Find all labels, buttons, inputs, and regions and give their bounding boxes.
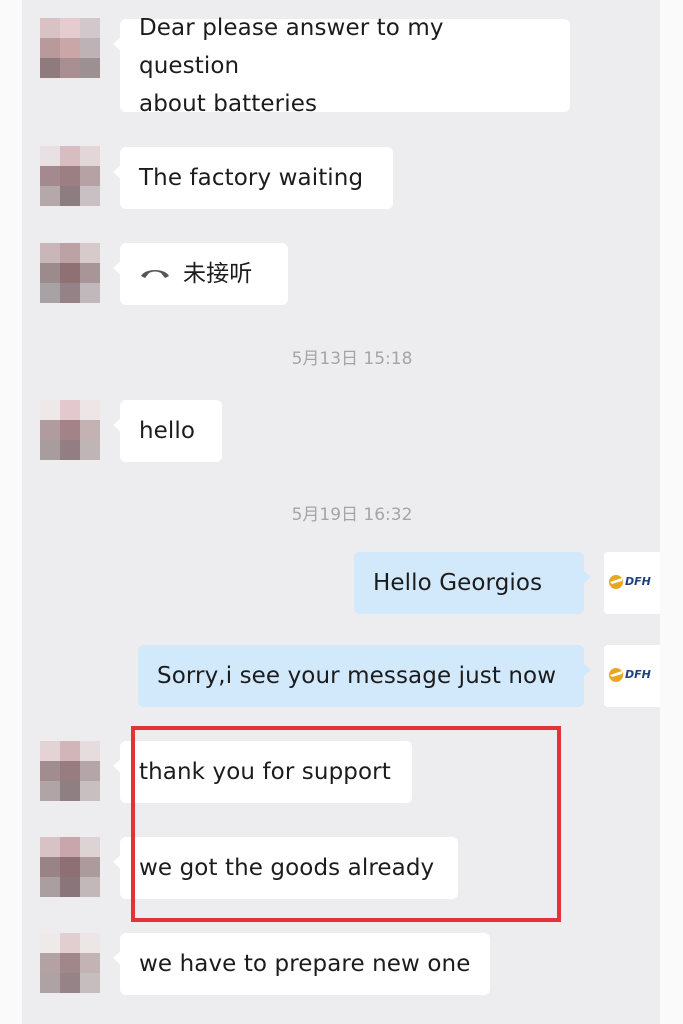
- message-bubble[interactable]: Dear please answer to my question about …: [113, 15, 570, 117]
- message-bubble[interactable]: hello: [113, 400, 222, 462]
- contact-avatar[interactable]: [40, 741, 100, 801]
- contact-avatar[interactable]: [40, 243, 100, 303]
- brand-logo-avatar[interactable]: DFH: [604, 645, 660, 707]
- message-text: Hello Georgios: [373, 570, 543, 596]
- timestamp: 5月13日 15:18: [291, 349, 413, 369]
- message-bubble[interactable]: The factory waiting: [113, 147, 393, 209]
- timestamp: 5月19日 16:32: [291, 505, 413, 525]
- message-bubble-self[interactable]: Sorry,i see your message just now: [138, 645, 591, 707]
- brand-logo-icon: DFH: [609, 668, 651, 682]
- message-bubble[interactable]: we have to prepare new one: [113, 933, 490, 995]
- highlight-annotation-box: [131, 726, 561, 922]
- contact-avatar[interactable]: [40, 933, 100, 993]
- message-text: 未接听: [183, 261, 253, 287]
- message-text-line: Dear please answer to my question: [139, 14, 444, 79]
- svg-text:DFH: DFH: [625, 668, 651, 681]
- message-text: The factory waiting: [139, 165, 364, 191]
- message-text-line: about batteries: [139, 90, 318, 117]
- svg-text:DFH: DFH: [625, 575, 651, 588]
- phone-hangup-icon: [139, 255, 171, 293]
- message-bubble[interactable]: 未接听: [113, 243, 288, 305]
- message-bubble-self[interactable]: Hello Georgios: [354, 552, 591, 614]
- contact-avatar[interactable]: [40, 18, 100, 78]
- message-text: hello: [139, 418, 196, 444]
- message-text: we have to prepare new one: [139, 951, 471, 977]
- chat-panel[interactable]: Dear please answer to my question about …: [22, 0, 660, 1024]
- contact-avatar[interactable]: [40, 400, 100, 460]
- brand-logo-icon: DFH: [609, 575, 651, 589]
- contact-avatar[interactable]: [40, 837, 100, 897]
- contact-avatar[interactable]: [40, 146, 100, 206]
- message-text: Sorry,i see your message just now: [157, 663, 557, 689]
- brand-logo-avatar[interactable]: DFH: [604, 552, 660, 614]
